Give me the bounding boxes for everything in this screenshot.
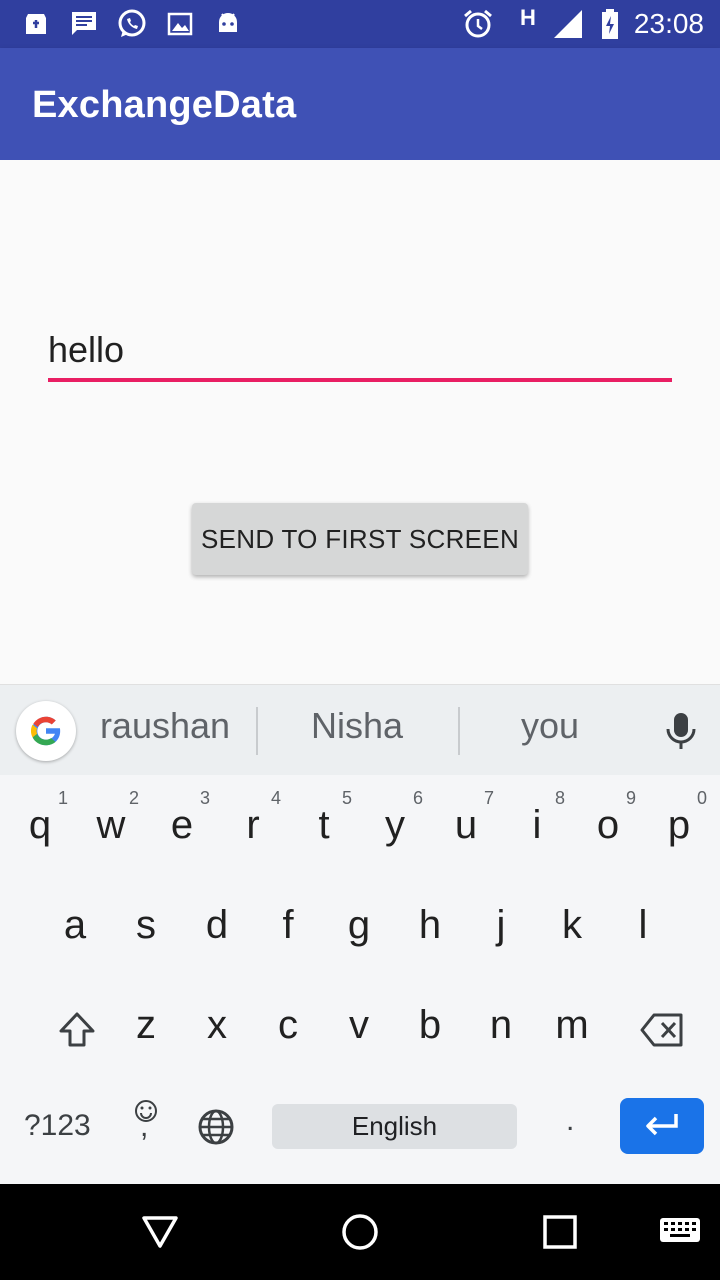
send-to-first-screen-button[interactable]: SEND TO FIRST SCREEN (192, 503, 528, 575)
key-a[interactable]: a (39, 880, 111, 980)
key-i[interactable]: 8i (501, 780, 573, 880)
key-e[interactable]: 3e (146, 780, 218, 880)
message-icon (68, 8, 100, 40)
key-label: x (207, 1003, 227, 1047)
key-label: a (63, 903, 87, 947)
store-icon (20, 8, 52, 40)
key-label: m (555, 1003, 589, 1047)
period-key[interactable]: . (566, 1104, 574, 1138)
alarm-icon (462, 8, 494, 40)
key-label: y (385, 803, 405, 847)
navigation-bar (0, 1184, 720, 1280)
app-title: ExchangeData (32, 84, 297, 126)
clock: 23:08 (633, 8, 704, 39)
suggestion-strip: raushan Nisha you (0, 684, 720, 775)
key-label: k (562, 903, 582, 947)
shift-key[interactable] (58, 1011, 96, 1059)
key-label: j (496, 903, 506, 947)
key-g[interactable]: g (323, 880, 395, 980)
key-y[interactable]: 6y (359, 780, 431, 880)
key-label: f (282, 903, 294, 947)
comma-label: , (140, 1110, 149, 1143)
key-c[interactable]: c (252, 980, 324, 1080)
keyboard-switch-icon[interactable] (656, 1208, 704, 1256)
key-m[interactable]: m (536, 980, 608, 1080)
image-icon (164, 8, 196, 40)
enter-key[interactable] (620, 1098, 704, 1154)
android-icon (212, 8, 244, 40)
status-bar: H 23:08 (0, 0, 720, 48)
key-label: r (246, 803, 260, 847)
message-input[interactable] (48, 322, 672, 382)
key-label: q (28, 803, 52, 847)
signal-icon (552, 8, 584, 40)
key-s[interactable]: s (110, 880, 182, 980)
key-n[interactable]: n (465, 980, 537, 1080)
key-label: l (638, 903, 648, 947)
key-label: v (349, 1003, 369, 1047)
recents-icon[interactable] (536, 1208, 584, 1256)
whatsapp-icon (116, 8, 148, 40)
back-icon[interactable] (136, 1208, 184, 1256)
key-d[interactable]: d (181, 880, 253, 980)
main-content: SEND TO FIRST SCREEN (0, 160, 720, 684)
key-label: z (136, 1003, 156, 1047)
key-f[interactable]: f (252, 880, 324, 980)
key-label: s (136, 903, 156, 947)
key-label: w (96, 803, 126, 847)
key-k[interactable]: k (536, 880, 608, 980)
key-p[interactable]: 0p (643, 780, 715, 880)
key-q[interactable]: 1q (4, 780, 76, 880)
backspace-key[interactable] (640, 1012, 684, 1056)
key-x[interactable]: x (181, 980, 253, 1080)
key-o[interactable]: 9o (572, 780, 644, 880)
home-icon[interactable] (336, 1208, 384, 1256)
key-u[interactable]: 7u (430, 780, 502, 880)
suggestion-item[interactable]: you (475, 705, 625, 747)
key-b[interactable]: b (394, 980, 466, 1080)
key-label: o (596, 803, 620, 847)
key-label: b (418, 1003, 442, 1047)
suggestion-item[interactable]: raushan (90, 705, 240, 747)
soft-keyboard: raushan Nisha you 1q2w3e4r5t6y7u8i9o0p a… (0, 684, 720, 1184)
key-h[interactable]: h (394, 880, 466, 980)
key-label: p (667, 803, 691, 847)
google-icon[interactable] (16, 701, 76, 761)
battery-charging-icon (594, 8, 626, 40)
key-label: d (205, 903, 229, 947)
key-r[interactable]: 4r (217, 780, 289, 880)
key-label: h (418, 903, 442, 947)
suggestion-divider (256, 707, 258, 755)
suggestion-item[interactable]: Nisha (282, 705, 432, 747)
key-label: g (347, 903, 371, 947)
microphone-icon[interactable] (662, 711, 700, 756)
network-h-icon: H (520, 5, 536, 30)
key-v[interactable]: v (323, 980, 395, 1080)
emoji-comma-key[interactable]: , (133, 1098, 159, 1148)
symbols-key[interactable]: ?123 (24, 1109, 91, 1143)
key-label: n (489, 1003, 513, 1047)
key-t[interactable]: 5t (288, 780, 360, 880)
key-l[interactable]: l (607, 880, 679, 980)
key-w[interactable]: 2w (75, 780, 147, 880)
globe-icon[interactable] (197, 1108, 235, 1154)
key-label: c (278, 1003, 298, 1047)
key-z[interactable]: z (110, 980, 182, 1080)
key-label: u (454, 803, 478, 847)
space-key[interactable]: English (272, 1104, 517, 1149)
app-bar: ExchangeData (0, 48, 720, 160)
enter-icon (646, 1114, 678, 1136)
key-label: i (532, 803, 542, 847)
key-label: e (170, 803, 194, 847)
key-label: t (318, 803, 330, 847)
key-j[interactable]: j (465, 880, 537, 980)
suggestion-divider (458, 707, 460, 755)
